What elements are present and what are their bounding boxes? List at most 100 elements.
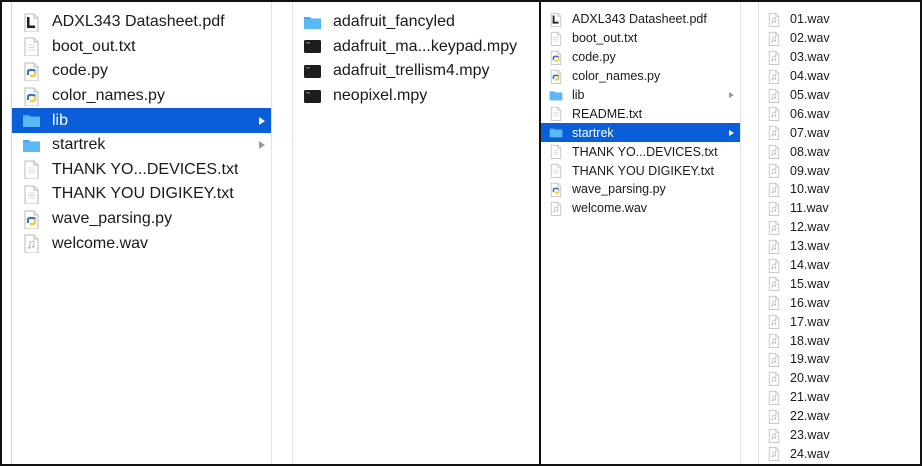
python-file-icon [549,50,563,65]
file-row-wave-parsing-py[interactable]: wave_parsing.py [541,180,740,199]
file-row-code-py[interactable]: code.py [12,59,271,84]
file-row-06-wav[interactable]: 06.wav [759,104,922,123]
file-row-10-wav[interactable]: 10.wav [759,180,922,199]
file-row-adafruit-fancyled[interactable]: adafruit_fancyled [293,10,540,35]
file-name: adafruit_fancyled [333,13,455,31]
audio-file-icon [767,258,781,273]
file-row-01-wav[interactable]: 01.wav [759,10,922,29]
file-row-adxl343-datasheet-pdf[interactable]: ADXL343 Datasheet.pdf [12,10,271,35]
file-row-lib[interactable]: lib [541,86,740,105]
file-row-thank-you-digikey-txt[interactable]: THANK YOU DIGIKEY.txt [12,182,271,207]
file-row-startrek[interactable]: startrek [12,133,271,158]
file-row-boot-out-txt[interactable]: boot_out.txt [12,35,271,60]
file-row-color-names-py[interactable]: color_names.py [12,84,271,109]
file-name: 11.wav [790,201,829,216]
file-name: 22.wav [790,409,830,424]
file-row-14-wav[interactable]: 14.wav [759,256,922,275]
file-name: 21.wav [790,390,830,405]
file-row-neopixel-mpy[interactable]: neopixel.mpy [293,84,540,109]
file-name: 05.wav [790,88,830,102]
file-row-thank-you-digikey-txt[interactable]: THANK YOU DIGIKEY.txt [541,161,740,180]
file-name: startrek [52,136,106,154]
audio-file-icon [767,106,781,122]
audio-file-icon [767,314,781,330]
file-row-lib[interactable]: lib [12,108,271,133]
file-name: adafruit_ma...keypad.mpy [333,37,518,55]
file-row-adxl343-datasheet-pdf[interactable]: ADXL343 Datasheet.pdf [541,10,740,29]
file-row-13-wav[interactable]: 13.wav [759,237,922,256]
binary-file-icon [303,62,322,81]
file-name: adafruit_trellism4.mpy [333,62,490,80]
file-name: 13.wav [790,239,830,254]
file-row-color-names-py[interactable]: color_names.py [541,67,740,86]
file-row-thank-yo-devices-txt[interactable]: THANK YO...DEVICES.txt [12,158,271,183]
file-row-15-wav[interactable]: 15.wav [759,274,922,293]
pdf-icon [549,12,563,27]
file-list: adafruit_fancyled adafruit_ma...keypad.mp… [293,10,540,108]
file-row-19-wav[interactable]: 19.wav [759,350,922,369]
file-name: 10.wav [790,182,830,197]
file-name: 24.wav [790,446,830,461]
file-name: 16.wav [790,295,830,310]
folder-icon [549,88,563,103]
file-list: 01.wav 02.wav 03.wav 04.wav 05.wav 06.wav 07.w… [759,10,922,463]
file-row-09-wav[interactable]: 09.wav [759,161,922,180]
file-name: 23.wav [790,428,830,443]
file-row-16-wav[interactable]: 16.wav [759,293,922,312]
file-row-20-wav[interactable]: 20.wav [759,369,922,388]
file-row-11-wav[interactable]: 11.wav [759,199,922,218]
audio-file-icon [767,352,781,367]
file-row-08-wav[interactable]: 08.wav [759,142,922,161]
audio-file-icon [549,201,563,216]
file-row-05-wav[interactable]: 05.wav [759,86,922,105]
audio-file-icon [767,390,781,405]
file-name: wave_parsing.py [52,210,173,228]
file-name: 12.wav [790,220,830,235]
file-row-03-wav[interactable]: 03.wav [759,48,922,67]
file-row-code-py[interactable]: code.py [541,48,740,67]
file-row-12-wav[interactable]: 12.wav [759,218,922,237]
audio-file-icon [767,182,781,197]
text-file-icon [22,160,41,180]
file-name: THANK YO...DEVICES.txt [52,160,239,178]
chevron-right-icon [729,129,734,136]
file-row-startrek[interactable]: startrek [541,123,740,143]
file-row-21-wav[interactable]: 21.wav [759,388,922,407]
file-row-18-wav[interactable]: 18.wav [759,331,922,350]
file-name: 09.wav [790,163,830,178]
file-row-22-wav[interactable]: 22.wav [759,407,922,426]
file-name: 15.wav [790,276,830,291]
file-row-welcome-wav[interactable]: welcome.wav [12,231,271,256]
python-file-icon [22,87,41,106]
python-file-icon [549,182,563,197]
file-row-24-wav[interactable]: 24.wav [759,444,922,463]
file-row-thank-yo-devices-txt[interactable]: THANK YO...DEVICES.txt [541,142,740,161]
file-name: lib [572,88,585,102]
file-row-17-wav[interactable]: 17.wav [759,312,922,331]
chevron-right-icon [729,92,734,98]
file-row-adafruit-ma-keypad-mpy[interactable]: adafruit_ma...keypad.mpy [293,35,540,60]
file-name: 06.wav [790,106,830,121]
audio-file-icon [767,31,781,46]
file-row-boot-out-txt[interactable]: boot_out.txt [541,29,740,48]
file-row-07-wav[interactable]: 07.wav [759,123,922,142]
file-row-wave-parsing-py[interactable]: wave_parsing.py [12,207,271,232]
file-name: 03.wav [790,50,830,65]
audio-file-icon [767,239,781,254]
file-row-readme-txt[interactable]: README.txt [541,104,740,123]
file-name: README.txt [572,106,643,121]
file-name: 02.wav [790,31,830,46]
audio-file-icon [767,88,781,103]
file-name: code.py [572,50,616,65]
file-name: ADXL343 Datasheet.pdf [52,13,225,31]
file-row-23-wav[interactable]: 23.wav [759,426,922,445]
file-row-04-wav[interactable]: 04.wav [759,67,922,86]
file-name: 20.wav [790,371,830,386]
file-name: welcome.wav [52,234,149,252]
file-row-02-wav[interactable]: 02.wav [759,29,922,48]
file-row-adafruit-trellism4-mpy[interactable]: adafruit_trellism4.mpy [293,59,540,84]
file-row-welcome-wav[interactable]: welcome.wav [541,199,740,218]
file-name: THANK YOU DIGIKEY.txt [572,163,714,178]
binary-file-icon [303,87,322,106]
file-name: THANK YO...DEVICES.txt [572,144,718,159]
